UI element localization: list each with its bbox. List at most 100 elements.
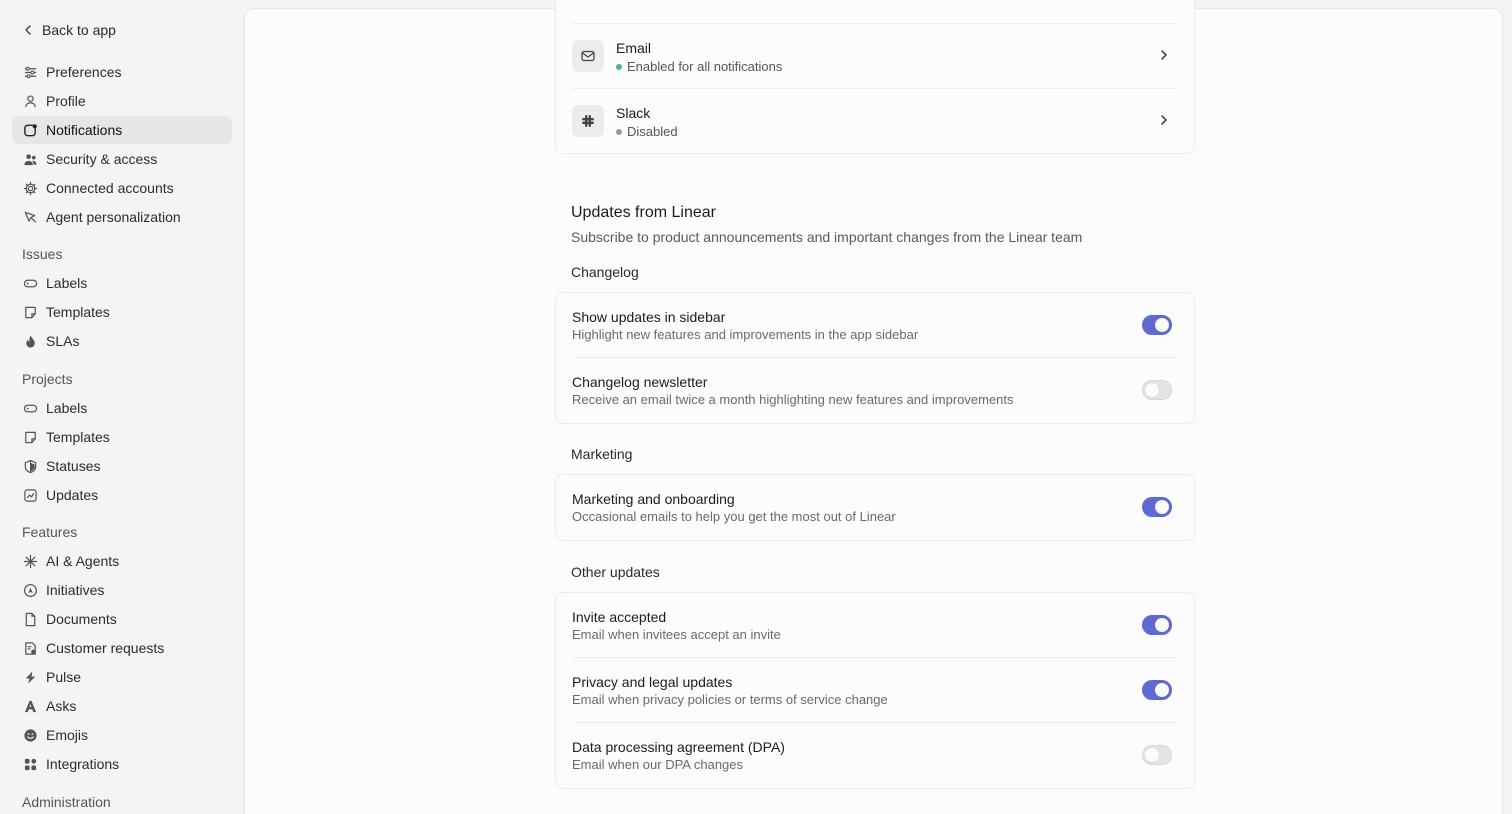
setting-description: Email when privacy policies or terms of … xyxy=(572,692,888,707)
sidebar-item-label: Connected accounts xyxy=(46,180,174,196)
setting-title: Changelog newsletter xyxy=(572,374,708,390)
sparkle-icon xyxy=(22,553,38,569)
show-updates-sidebar-toggle[interactable] xyxy=(1142,315,1172,335)
bell-square-icon xyxy=(22,122,38,138)
invite-accepted-toggle[interactable] xyxy=(1142,615,1172,635)
tag-icon xyxy=(22,400,38,416)
sidebar-item-project-templates[interactable]: Templates xyxy=(12,423,232,451)
toggle-knob xyxy=(1155,618,1169,632)
toggle-knob xyxy=(1155,683,1169,697)
changelog-group-label: Changelog xyxy=(571,264,639,280)
note-icon xyxy=(22,304,38,320)
sidebar-item-agent-personalization[interactable]: Agent personalization xyxy=(12,203,232,231)
flame-icon xyxy=(22,333,38,349)
sidebar-item-connected-accounts[interactable]: Connected accounts xyxy=(12,174,232,202)
bolt-icon xyxy=(22,669,38,685)
sidebar-item-asks[interactable]: Asks xyxy=(12,692,232,720)
sidebar-item-label: Pulse xyxy=(46,669,82,685)
sidebar-item-notifications[interactable]: Notifications xyxy=(12,116,232,144)
setting-row-marketing-onboarding: Marketing and onboarding Occasional emai… xyxy=(572,475,1178,540)
toggle-knob xyxy=(1145,748,1159,762)
sidebar-item-integrations[interactable]: Integrations xyxy=(12,750,232,778)
shield-icon xyxy=(22,458,38,474)
marketing-onboarding-toggle[interactable] xyxy=(1142,497,1172,517)
sidebar-item-issue-templates[interactable]: Templates xyxy=(12,298,232,326)
sidebar-item-label: AI & Agents xyxy=(46,553,120,569)
sidebar-section-issues: Issues xyxy=(22,246,63,262)
notification-channels-card: Email Enabled for all notifications Slac… xyxy=(555,0,1195,154)
back-to-app-link[interactable]: Back to app xyxy=(22,20,116,40)
tag-icon xyxy=(22,275,38,291)
sidebar-item-label: SLAs xyxy=(46,333,80,349)
channel-title: Email xyxy=(616,40,652,56)
mail-icon xyxy=(572,40,604,72)
note-icon xyxy=(22,429,38,445)
sidebar-item-label: Customer requests xyxy=(46,640,165,656)
sidebar-item-issue-labels[interactable]: Labels xyxy=(12,269,232,297)
setting-row-privacy-legal: Privacy and legal updates Email when pri… xyxy=(572,658,1178,723)
sidebar-section-administration: Administration xyxy=(22,794,111,810)
sidebar-item-slas[interactable]: SLAs xyxy=(12,327,232,355)
grid-icon xyxy=(22,756,38,772)
sidebar-item-updates[interactable]: Updates xyxy=(12,481,232,509)
setting-description: Occasional emails to help you get the mo… xyxy=(572,509,896,524)
compass-icon xyxy=(22,582,38,598)
smile-icon xyxy=(22,727,38,743)
setting-title: Marketing and onboarding xyxy=(572,491,735,507)
sidebar-item-preferences[interactable]: Preferences xyxy=(12,58,232,86)
sidebar-item-label: Preferences xyxy=(46,64,122,80)
channel-row-slack[interactable]: Slack Disabled xyxy=(572,89,1178,154)
person-icon xyxy=(22,93,38,109)
sidebar-item-label: Labels xyxy=(46,400,88,416)
sidebar-item-statuses[interactable]: Statuses xyxy=(12,452,232,480)
people-icon xyxy=(22,151,38,167)
back-to-app-label: Back to app xyxy=(42,22,116,38)
sidebar-item-documents[interactable]: Documents xyxy=(12,605,232,633)
toggle-knob xyxy=(1155,318,1169,332)
sidebar-item-pulse[interactable]: Pulse xyxy=(12,663,232,691)
privacy-legal-toggle[interactable] xyxy=(1142,680,1172,700)
sidebar-item-project-labels[interactable]: Labels xyxy=(12,394,232,422)
slack-icon xyxy=(572,105,604,137)
status-dot xyxy=(616,128,622,135)
toggle-knob xyxy=(1155,500,1169,514)
chevron-right-icon xyxy=(1161,115,1167,125)
document-icon xyxy=(22,611,38,627)
sidebar-item-label: Profile xyxy=(46,93,86,109)
setting-row-show-updates-sidebar: Show updates in sidebar Highlight new fe… xyxy=(572,293,1178,358)
sidebar-item-label: Templates xyxy=(46,304,110,320)
sidebar-item-emojis[interactable]: Emojis xyxy=(12,721,232,749)
sliders-icon xyxy=(22,64,38,80)
setting-description: Email when our DPA changes xyxy=(572,757,744,772)
setting-description: Highlight new features and improvements … xyxy=(572,327,919,342)
sidebar-section-projects: Projects xyxy=(22,371,73,387)
sidebar-item-customer-requests[interactable]: Customer requests xyxy=(12,634,232,662)
other-updates-group-label: Other updates xyxy=(571,564,660,580)
channel-row-partial xyxy=(572,0,1178,24)
sidebar-item-profile[interactable]: Profile xyxy=(12,87,232,115)
settings-sidebar: Back to app Preferences Profile Notifica… xyxy=(0,0,244,814)
asks-icon xyxy=(22,698,38,714)
setting-title: Data processing agreement (DPA) xyxy=(572,739,785,755)
marketing-group-label: Marketing xyxy=(571,446,633,462)
setting-row-changelog-newsletter: Changelog newsletter Receive an email tw… xyxy=(572,358,1178,423)
sidebar-item-security-access[interactable]: Security & access xyxy=(12,145,232,173)
sidebar-item-ai-agents[interactable]: AI & Agents xyxy=(12,547,232,575)
status-dot xyxy=(616,63,622,70)
changelog-newsletter-toggle[interactable] xyxy=(1142,380,1172,400)
sidebar-item-initiatives[interactable]: Initiatives xyxy=(12,576,232,604)
list-icon xyxy=(22,640,38,656)
channel-row-email[interactable]: Email Enabled for all notifications xyxy=(572,24,1178,89)
sidebar-item-label: Notifications xyxy=(46,122,123,138)
sidebar-section-features: Features xyxy=(22,524,78,540)
sidebar-item-label: Updates xyxy=(46,487,99,503)
setting-title: Privacy and legal updates xyxy=(572,674,733,690)
setting-title: Show updates in sidebar xyxy=(572,309,726,325)
channel-status-text: Enabled for all notifications xyxy=(627,59,783,74)
settings-main-panel: Email Enabled for all notifications Slac… xyxy=(244,0,1503,814)
dpa-toggle[interactable] xyxy=(1142,745,1172,765)
sidebar-item-label: Emojis xyxy=(46,727,89,743)
setting-row-dpa: Data processing agreement (DPA) Email wh… xyxy=(572,723,1178,788)
updates-section-title: Updates from Linear xyxy=(571,204,716,221)
setting-description: Receive an email twice a month highlight… xyxy=(572,392,1014,407)
